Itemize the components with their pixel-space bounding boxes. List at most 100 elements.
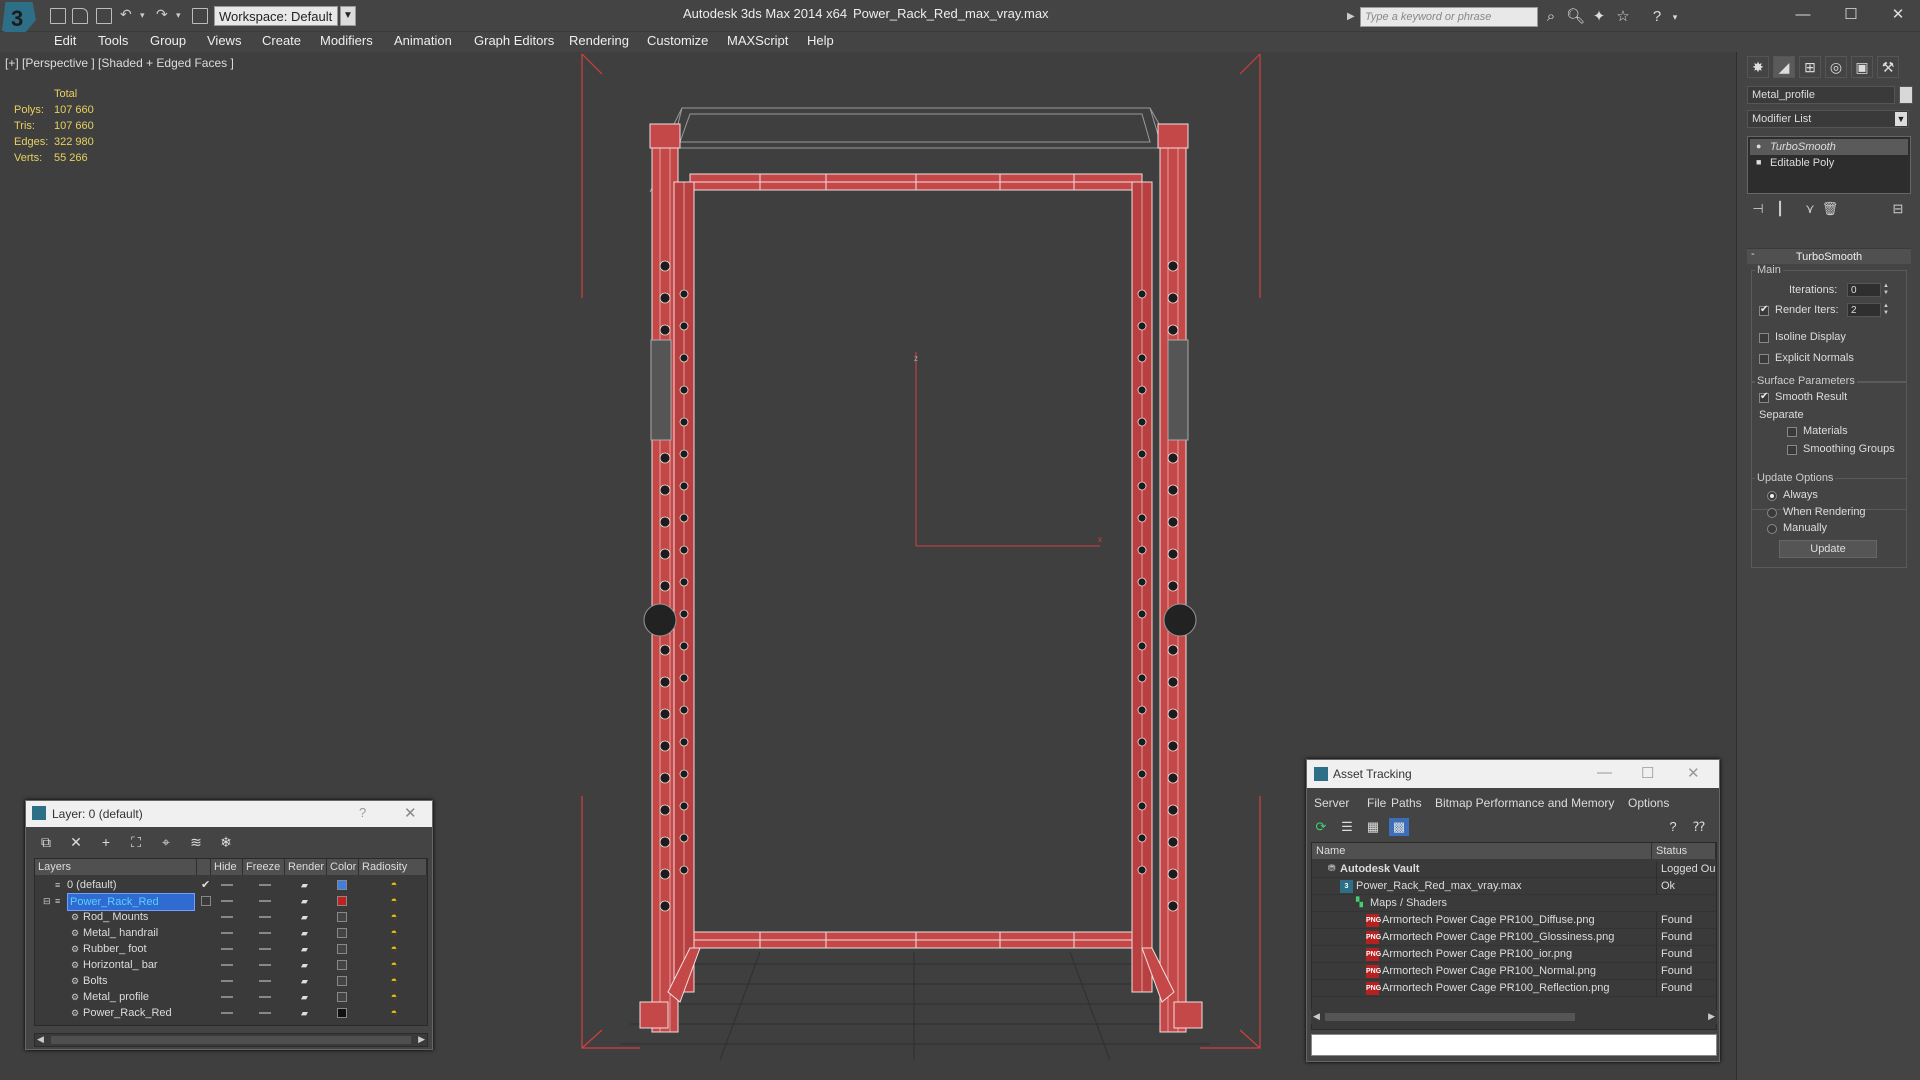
hide-toggle[interactable] [221, 1012, 233, 1014]
turbosmooth-rollout-header[interactable]: TurboSmooth [1747, 248, 1911, 264]
column-layers[interactable]: Layers [35, 859, 197, 875]
asset-name[interactable]: Maps / Shaders [1370, 895, 1447, 912]
render-teapot-icon[interactable]: ▰ [301, 912, 313, 922]
freeze-toggle[interactable] [259, 980, 271, 982]
render-teapot-icon[interactable]: ▰ [301, 944, 313, 954]
hide-toggle[interactable] [221, 932, 233, 934]
motion-tab-icon[interactable]: ◎ [1825, 56, 1847, 78]
hide-toggle[interactable] [221, 964, 233, 966]
stack-item-editable-poly[interactable]: ■ Editable Poly [1750, 155, 1908, 171]
help-icon[interactable]: ? [1663, 818, 1683, 836]
smooth-result-checkbox[interactable] [1759, 391, 1769, 403]
layer-row[interactable]: ⚙ Horizontal_ bar ▰ ◓ [35, 957, 427, 973]
make-unique-icon[interactable]: ⋎ [1801, 200, 1819, 218]
render-teapot-icon[interactable]: ▰ [301, 960, 313, 970]
spinner-arrows-icon[interactable]: ▲ ▼ [1883, 303, 1891, 317]
modifier-list-dropdown[interactable]: Modifier List [1747, 110, 1909, 128]
when-rendering-radio[interactable] [1767, 508, 1777, 518]
asset-name[interactable]: Power_Rack_Red_max_vray.max [1356, 878, 1521, 895]
undo-dropdown-icon[interactable]: ▾ [140, 10, 145, 21]
minimize-icon[interactable]: — [1597, 764, 1612, 781]
manually-radio[interactable] [1767, 524, 1777, 534]
menu-edit[interactable]: Edit [54, 33, 76, 48]
menu-options[interactable]: Options [1628, 796, 1669, 810]
layer-row[interactable]: ≡ 0 (default) ✔ ▰ ◓ [35, 877, 427, 893]
iterations-spinner[interactable]: 0 [1847, 283, 1881, 297]
scrollbar-thumb[interactable] [1325, 1013, 1575, 1021]
menu-bitmap-performance[interactable]: Bitmap Performance and Memory [1435, 796, 1614, 810]
collapse-icon[interactable]: - [1751, 248, 1755, 260]
menu-customize[interactable]: Customize [647, 33, 708, 48]
binoculars-icon[interactable]: ⌕ [1542, 8, 1560, 26]
menu-group[interactable]: Group [150, 33, 186, 48]
render-teapot-icon[interactable]: ▰ [301, 976, 313, 986]
asset-row[interactable]: ⛃ Autodesk Vault Logged Ou [1312, 861, 1716, 878]
radiosity-icon[interactable]: ◓ [387, 926, 401, 940]
search-icon[interactable]: 🔍︎ [1566, 8, 1585, 26]
materials-checkbox[interactable] [1787, 427, 1797, 437]
scroll-right-icon[interactable]: ▶ [1708, 1011, 1715, 1022]
render-teapot-icon[interactable]: ▰ [301, 992, 313, 1002]
hide-toggle[interactable] [221, 980, 233, 982]
freeze-toggle[interactable] [259, 996, 271, 998]
create-tab-icon[interactable]: ✸ [1747, 56, 1769, 78]
spinner-arrows-icon[interactable]: ▲ ▼ [1883, 283, 1891, 297]
minimize-icon[interactable]: — [1783, 4, 1823, 26]
layer-row[interactable]: ⚙ Metal_ profile ▰ ◓ [35, 989, 427, 1005]
layer-horizontal-scrollbar[interactable]: ◀ ▶ [34, 1033, 428, 1047]
layer-color-swatch[interactable] [337, 1008, 347, 1018]
display-tab-icon[interactable]: ▣ [1851, 56, 1873, 78]
table-view-icon[interactable]: ▩ [1389, 818, 1409, 836]
asset-name[interactable]: Autodesk Vault [1340, 861, 1419, 878]
unknown-help-icon[interactable]: ⁇ [1689, 818, 1709, 836]
layer-dialog-titlebar[interactable]: Layer: 0 (default) ? ✕ [26, 801, 432, 827]
asset-name[interactable]: Armortech Power Cage PR100_Diffuse.png [1382, 912, 1595, 929]
isoline-display-checkbox[interactable] [1759, 333, 1769, 343]
menu-animation[interactable]: Animation [394, 33, 452, 48]
radiosity-icon[interactable]: ◓ [387, 942, 401, 956]
layer-color-swatch[interactable] [337, 880, 347, 890]
menu-modifiers[interactable]: Modifiers [320, 33, 373, 48]
maximize-icon[interactable]: ☐ [1831, 4, 1871, 26]
help-dropdown-icon[interactable]: ▾ [1666, 8, 1684, 26]
layer-color-swatch[interactable] [337, 928, 347, 938]
scroll-left-icon[interactable]: ◀ [1313, 1011, 1320, 1022]
asset-row[interactable]: ▚ Maps / Shaders [1312, 895, 1716, 912]
asset-name[interactable]: Armortech Power Cage PR100_Reflection.pn… [1382, 980, 1609, 997]
layer-color-swatch[interactable] [337, 992, 347, 1002]
hide-toggle[interactable] [221, 916, 233, 918]
radiosity-icon[interactable]: ◓ [387, 1006, 401, 1020]
smoothing-groups-checkbox[interactable] [1787, 445, 1797, 455]
layer-color-swatch[interactable] [337, 896, 347, 906]
menu-views[interactable]: Views [207, 33, 241, 48]
hierarchy-tab-icon[interactable]: ⊞ [1799, 56, 1821, 78]
undo-icon[interactable]: ↶ [120, 6, 132, 23]
scroll-left-icon[interactable]: ◀ [37, 1034, 44, 1045]
new-file-icon[interactable] [50, 8, 66, 24]
object-name[interactable]: Metal_ profile [83, 989, 149, 1005]
freeze-toggle[interactable] [259, 964, 271, 966]
asset-horizontal-scrollbar[interactable]: ◀ ▶ [1311, 1010, 1717, 1024]
column-status[interactable]: Status [1652, 843, 1716, 859]
hide-toggle[interactable] [221, 948, 233, 950]
hide-toggle[interactable] [221, 996, 233, 998]
current-layer-check-icon[interactable]: ✔ [201, 877, 210, 893]
current-layer-box[interactable] [201, 896, 211, 906]
menu-graph-editors[interactable]: Graph Editors [474, 33, 554, 48]
column-freeze[interactable]: Freeze [243, 859, 285, 875]
refresh-icon[interactable]: ⟳ [1311, 818, 1331, 836]
modify-tab-icon[interactable]: ◢ [1773, 56, 1795, 78]
project-folder-icon[interactable] [192, 8, 208, 24]
object-name[interactable]: Power_Rack_Red [83, 1005, 172, 1021]
utilities-tab-icon[interactable]: ⚒ [1877, 56, 1899, 78]
asset-path-field[interactable] [1311, 1034, 1717, 1056]
column-name[interactable]: Name [1312, 843, 1652, 859]
menu-help[interactable]: Help [807, 33, 834, 48]
menu-file[interactable]: File [1367, 796, 1386, 810]
close-icon[interactable]: ✕ [404, 804, 417, 822]
layer-color-swatch[interactable] [337, 976, 347, 986]
asset-row[interactable]: PNG Armortech Power Cage PR100_ior.png F… [1312, 946, 1716, 963]
menu-server[interactable]: Server [1314, 796, 1349, 810]
render-iters-spinner[interactable]: 2 [1847, 303, 1881, 317]
collapse-minus-icon[interactable]: ⊟ [43, 897, 52, 906]
